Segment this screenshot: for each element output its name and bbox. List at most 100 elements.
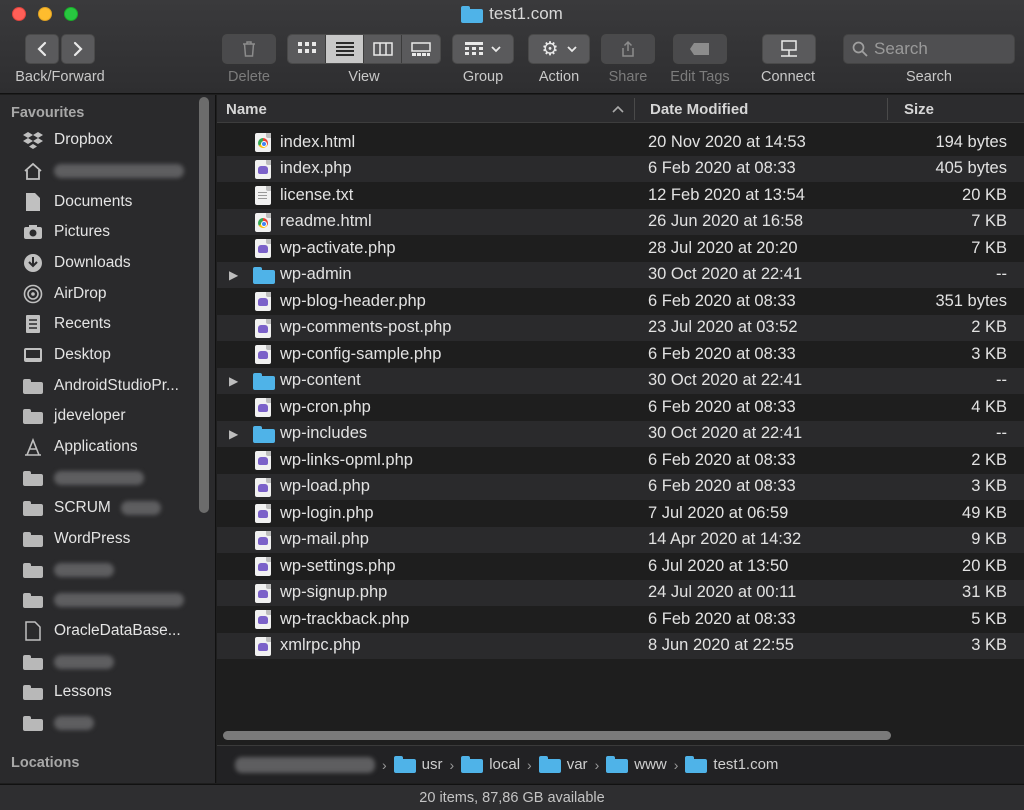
text-file-icon bbox=[255, 186, 273, 205]
path-crumb[interactable]: local bbox=[461, 756, 520, 773]
table-row[interactable]: wp-comments-post.php 23 Jul 2020 at 03:52… bbox=[217, 314, 1024, 341]
sidebar-item-airdrop[interactable]: AirDrop bbox=[22, 281, 194, 307]
back-forward-label: Back/Forward bbox=[15, 69, 105, 85]
table-row[interactable]: license.txt 12 Feb 2020 at 13:54 20 KB bbox=[217, 182, 1024, 209]
sidebar-item-oracledatabase[interactable]: OracleDataBase... bbox=[22, 618, 194, 644]
edit-tags-button[interactable] bbox=[673, 34, 727, 64]
delete-button[interactable] bbox=[222, 34, 276, 64]
camera-icon bbox=[22, 222, 44, 242]
search-field[interactable]: Search bbox=[843, 34, 1015, 64]
table-row[interactable]: wp-settings.php 6 Jul 2020 at 13:50 20 KB bbox=[217, 553, 1024, 580]
table-row[interactable]: index.html 20 Nov 2020 at 14:53 194 bytes bbox=[217, 129, 1024, 156]
sidebar-scrollbar[interactable] bbox=[199, 97, 209, 513]
column-divider[interactable] bbox=[634, 98, 635, 120]
file-date: 6 Feb 2020 at 08:33 bbox=[648, 291, 796, 310]
path-crumb-label: local bbox=[489, 756, 521, 773]
path-crumb[interactable]: test1.com bbox=[685, 756, 778, 773]
table-row[interactable]: readme.html 26 Jun 2020 at 16:58 7 KB bbox=[217, 208, 1024, 235]
table-row[interactable]: wp-load.php 6 Feb 2020 at 08:33 3 KB bbox=[217, 473, 1024, 500]
sidebar-item-label: Recents bbox=[54, 315, 111, 332]
size-column-header[interactable]: Size bbox=[904, 101, 934, 118]
sidebar-item-pictures[interactable]: Pictures bbox=[22, 219, 194, 245]
php-file-icon bbox=[255, 504, 273, 523]
redacted-label bbox=[54, 655, 114, 669]
sidebar-item-redacted-4[interactable] bbox=[22, 649, 194, 675]
table-row[interactable]: ▶ wp-admin 30 Oct 2020 at 22:41 -- bbox=[217, 261, 1024, 288]
table-row[interactable]: wp-links-opml.php 6 Feb 2020 at 08:33 2 KB bbox=[217, 447, 1024, 474]
sidebar-item-label: Desktop bbox=[54, 346, 111, 363]
table-row[interactable]: index.php 6 Feb 2020 at 08:33 405 bytes bbox=[217, 155, 1024, 182]
table-row[interactable]: wp-cron.php 6 Feb 2020 at 08:33 4 KB bbox=[217, 394, 1024, 421]
column-view-button[interactable] bbox=[364, 35, 402, 63]
horizontal-scrollbar[interactable] bbox=[223, 731, 891, 740]
chevron-down-icon bbox=[566, 46, 577, 53]
sidebar-item-documents[interactable]: Documents bbox=[22, 189, 194, 215]
file-size: 9 KB bbox=[971, 530, 1007, 549]
disclosure-triangle-icon[interactable]: ▶ bbox=[229, 427, 238, 441]
folder-icon bbox=[22, 468, 44, 488]
sidebar-item-applications[interactable]: Applications bbox=[22, 434, 194, 460]
forward-button[interactable] bbox=[61, 34, 95, 64]
sidebar-item-dropbox[interactable]: Dropbox bbox=[22, 127, 194, 153]
path-crumb[interactable]: var bbox=[538, 756, 588, 773]
file-date: 14 Apr 2020 at 14:32 bbox=[648, 530, 802, 549]
share-button[interactable] bbox=[601, 34, 655, 64]
table-row[interactable]: wp-signup.php 24 Jul 2020 at 00:11 31 KB bbox=[217, 579, 1024, 606]
file-size: 20 KB bbox=[962, 556, 1007, 575]
path-crumb[interactable]: usr bbox=[393, 756, 443, 773]
group-button[interactable] bbox=[452, 34, 514, 64]
sidebar-item-redacted-5[interactable] bbox=[22, 710, 194, 736]
action-button[interactable]: ⚙ bbox=[528, 34, 590, 64]
gallery-view-button[interactable] bbox=[402, 35, 440, 63]
table-row[interactable]: wp-mail.php 14 Apr 2020 at 14:32 9 KB bbox=[217, 526, 1024, 553]
icon-view-button[interactable] bbox=[288, 35, 326, 63]
list-view-button[interactable] bbox=[326, 35, 364, 63]
file-rows: index.html 20 Nov 2020 at 14:53 194 bytes i… bbox=[217, 129, 1024, 659]
file-name: wp-settings.php bbox=[280, 556, 396, 575]
back-button[interactable] bbox=[25, 34, 59, 64]
sidebar-item-redacted-3[interactable] bbox=[22, 587, 194, 613]
table-row[interactable]: xmlrpc.php 8 Jun 2020 at 22:55 3 KB bbox=[217, 632, 1024, 659]
sidebar-item-scrum[interactable]: SCRUM bbox=[22, 495, 194, 521]
disclosure-triangle-icon[interactable]: ▶ bbox=[229, 374, 238, 388]
file-date: 30 Oct 2020 at 22:41 bbox=[648, 424, 803, 443]
php-file-icon bbox=[255, 159, 273, 179]
table-row[interactable]: wp-config-sample.php 6 Feb 2020 at 08:33 3… bbox=[217, 341, 1024, 368]
file-name: wp-signup.php bbox=[280, 583, 388, 602]
connect-button[interactable] bbox=[762, 34, 816, 64]
sidebar-item-desktop[interactable]: Desktop bbox=[22, 342, 194, 368]
sidebar-item-label: Lessons bbox=[54, 683, 112, 700]
table-row[interactable]: wp-login.php 7 Jul 2020 at 06:59 49 KB bbox=[217, 500, 1024, 527]
php-file-icon bbox=[255, 345, 273, 364]
sidebar-item-wordpress[interactable]: WordPress bbox=[22, 526, 194, 552]
file-date: 24 Jul 2020 at 00:11 bbox=[648, 583, 797, 602]
table-row[interactable]: ▶ wp-includes 30 Oct 2020 at 22:41 -- bbox=[217, 420, 1024, 447]
table-row[interactable]: wp-blog-header.php 6 Feb 2020 at 08:33 351… bbox=[217, 288, 1024, 315]
sidebar-item-jdeveloper[interactable]: jdeveloper bbox=[22, 403, 194, 429]
path-crumb[interactable]: www bbox=[606, 756, 667, 773]
network-icon bbox=[781, 40, 797, 57]
sidebar-item-androidstudio[interactable]: AndroidStudioPr... bbox=[22, 373, 194, 399]
sidebar-item-redacted-2[interactable] bbox=[22, 557, 194, 583]
table-row[interactable]: ▶ wp-content 30 Oct 2020 at 22:41 -- bbox=[217, 367, 1024, 394]
redacted-label bbox=[54, 471, 144, 485]
name-column-header[interactable]: Name bbox=[226, 101, 267, 118]
html-file-icon bbox=[255, 133, 273, 152]
column-divider[interactable] bbox=[887, 98, 888, 120]
sidebar-item-downloads[interactable]: Downloads bbox=[22, 250, 194, 276]
chevron-right-icon: › bbox=[382, 756, 387, 773]
disclosure-triangle-icon[interactable]: ▶ bbox=[229, 268, 238, 282]
table-row[interactable]: wp-trackback.php 6 Feb 2020 at 08:33 5 KB bbox=[217, 606, 1024, 633]
table-row[interactable]: wp-activate.php 28 Jul 2020 at 20:20 7 KB bbox=[217, 235, 1024, 262]
group-grid-icon bbox=[465, 42, 483, 55]
sidebar-item-home[interactable] bbox=[22, 158, 194, 184]
edit-tags-label: Edit Tags bbox=[670, 69, 730, 85]
sidebar-item-recents[interactable]: Recents bbox=[22, 311, 194, 337]
sidebar-item-lessons[interactable]: Lessons bbox=[22, 679, 194, 705]
sidebar-item-label: Downloads bbox=[54, 254, 131, 271]
file-date: 30 Oct 2020 at 22:41 bbox=[648, 371, 803, 390]
folder-icon bbox=[253, 425, 275, 444]
view-segmented-control bbox=[287, 34, 441, 64]
sidebar-item-redacted-1[interactable] bbox=[22, 465, 194, 491]
date-column-header[interactable]: Date Modified bbox=[650, 101, 748, 118]
